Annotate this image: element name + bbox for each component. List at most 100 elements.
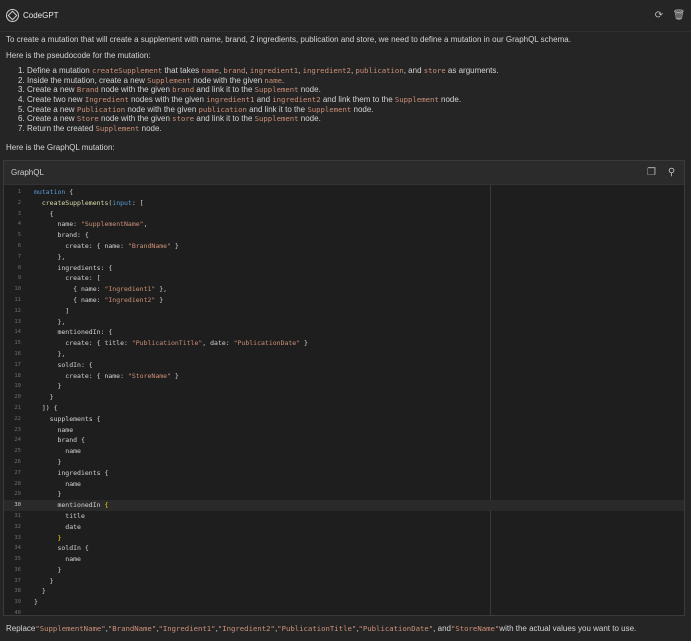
code-block: GraphQL ❐ ⚲ 1 mutation {2 createSupplemen… xyxy=(3,160,685,616)
refresh-icon[interactable]: ⟳ xyxy=(653,10,665,22)
code-line: 13 }, xyxy=(4,317,684,328)
code-line: 28 name xyxy=(4,479,684,490)
step-number: 1. xyxy=(18,66,25,75)
code-token: { name: xyxy=(34,285,105,294)
inline-code: name xyxy=(201,66,219,75)
code-token: : [ xyxy=(131,198,144,207)
code-token: name: xyxy=(34,220,81,229)
step-number: 5. xyxy=(18,104,25,114)
step-item: 5. Create a new Publication node with the… xyxy=(18,105,685,115)
line-number: 40 xyxy=(14,610,21,615)
line-number: 17 xyxy=(14,361,21,368)
indent-guide xyxy=(26,511,34,522)
app-title: CodeGPT xyxy=(23,11,59,20)
indent-guide xyxy=(26,608,34,615)
code-token: soldIn { xyxy=(34,544,89,553)
code-token: } xyxy=(34,382,62,391)
indent-guide xyxy=(26,273,34,284)
code-token: { name: xyxy=(34,295,105,304)
code-line: 12 ] xyxy=(4,306,684,317)
text-span: node. xyxy=(298,85,321,95)
line-number: 28 xyxy=(14,480,21,487)
code-block-header: GraphQL ❐ ⚲ xyxy=(4,161,684,185)
inline-code: ingredient1 xyxy=(206,95,255,105)
text-span: Return the created xyxy=(27,124,96,134)
line-number: 6 xyxy=(17,242,21,249)
line-number: 16 xyxy=(14,350,21,357)
code-token: } xyxy=(57,533,62,542)
indent-guide xyxy=(26,576,34,587)
step-number: 3. xyxy=(18,85,25,95)
line-number: 15 xyxy=(14,340,21,347)
step-item: 3. Create a new Brand node with the given… xyxy=(18,85,685,95)
line-number: 14 xyxy=(14,329,21,336)
indent-guide xyxy=(26,392,34,403)
code-token: }, xyxy=(34,317,66,326)
code-line: 19 } xyxy=(4,381,684,392)
line-number: 7 xyxy=(17,253,21,260)
line-number: 29 xyxy=(14,491,21,498)
indent-guide xyxy=(26,230,34,241)
footer-text: with the actual values you want to use. xyxy=(499,623,637,633)
inline-code: "BrandName" xyxy=(107,623,157,633)
indent-guide xyxy=(26,284,34,295)
step-text: Create a new Brand node with the given b… xyxy=(27,85,321,95)
code-token: name xyxy=(34,425,74,434)
line-number: 39 xyxy=(14,599,21,606)
code-token: create: { name: xyxy=(34,241,128,250)
line-number: 11 xyxy=(14,296,21,303)
step-number: 2. xyxy=(18,75,25,85)
step-text: Define a mutation createSupplement that … xyxy=(27,66,499,76)
inline-code: Supplement xyxy=(254,114,299,124)
code-line: 21 ]) { xyxy=(4,403,684,414)
code-token: { xyxy=(34,209,54,218)
text-span: . xyxy=(281,75,285,85)
code-line: 16 }, xyxy=(4,349,684,360)
line-number: 5 xyxy=(17,232,21,239)
indent-guide xyxy=(26,446,34,457)
insert-icon[interactable]: ⚲ xyxy=(666,167,677,178)
code-token: "SupplementName" xyxy=(80,220,144,229)
code-token: ]) { xyxy=(34,403,58,412)
text-span: , and xyxy=(403,66,424,75)
line-number: 2 xyxy=(17,199,21,206)
code-line: 4 name: "SupplementName", xyxy=(4,219,684,230)
inline-code: "PublicationTitle" xyxy=(277,623,357,633)
indent-guide xyxy=(26,241,34,252)
line-number: 33 xyxy=(14,534,21,541)
text-span: and link it to the xyxy=(194,85,255,95)
indent-guide xyxy=(26,338,34,349)
code-editor[interactable]: 1 mutation {2 createSupplements(input: [3… xyxy=(4,185,684,615)
code-token: brand { xyxy=(34,436,85,445)
indent-guide xyxy=(26,414,34,425)
inline-code: Supplement xyxy=(147,75,192,85)
text-span: node with the given xyxy=(191,75,265,85)
text-span: Inside the mutation, create a new xyxy=(27,75,148,85)
code-token: } xyxy=(300,339,308,348)
code-token: }, xyxy=(34,349,66,358)
code-token: "Ingredient2" xyxy=(104,295,156,304)
step-item: 7. Return the created Supplement node. xyxy=(18,124,685,134)
code-line: 10 { name: "Ingredient1" }, xyxy=(4,284,684,295)
inline-code: ingredient2 xyxy=(302,66,351,75)
copy-icon[interactable]: ❐ xyxy=(646,167,657,178)
inline-code: "StoreName" xyxy=(450,623,500,633)
line-number: 13 xyxy=(14,318,21,325)
trash-icon[interactable]: 🗑 xyxy=(673,10,686,22)
indent-guide xyxy=(26,252,34,263)
code-token: }, xyxy=(34,252,66,261)
indent-guide xyxy=(26,381,34,392)
indent-guide xyxy=(26,360,34,371)
code-token: } xyxy=(34,576,54,585)
code-language-label: GraphQL xyxy=(11,168,44,177)
code-token: mutation xyxy=(34,188,66,196)
code-token: ingredients { xyxy=(34,468,109,477)
step-item: 6. Create a new Store node with the given… xyxy=(18,114,685,124)
chat-message: To create a mutation that will create a … xyxy=(0,32,691,156)
inline-code: Supplement xyxy=(394,95,439,105)
code-token: create: [ xyxy=(34,274,101,283)
indent-guide xyxy=(26,435,34,446)
code-token: "PublicationDate" xyxy=(233,339,301,348)
code-line: 36 } xyxy=(4,565,684,576)
inline-code: brand xyxy=(223,66,246,75)
